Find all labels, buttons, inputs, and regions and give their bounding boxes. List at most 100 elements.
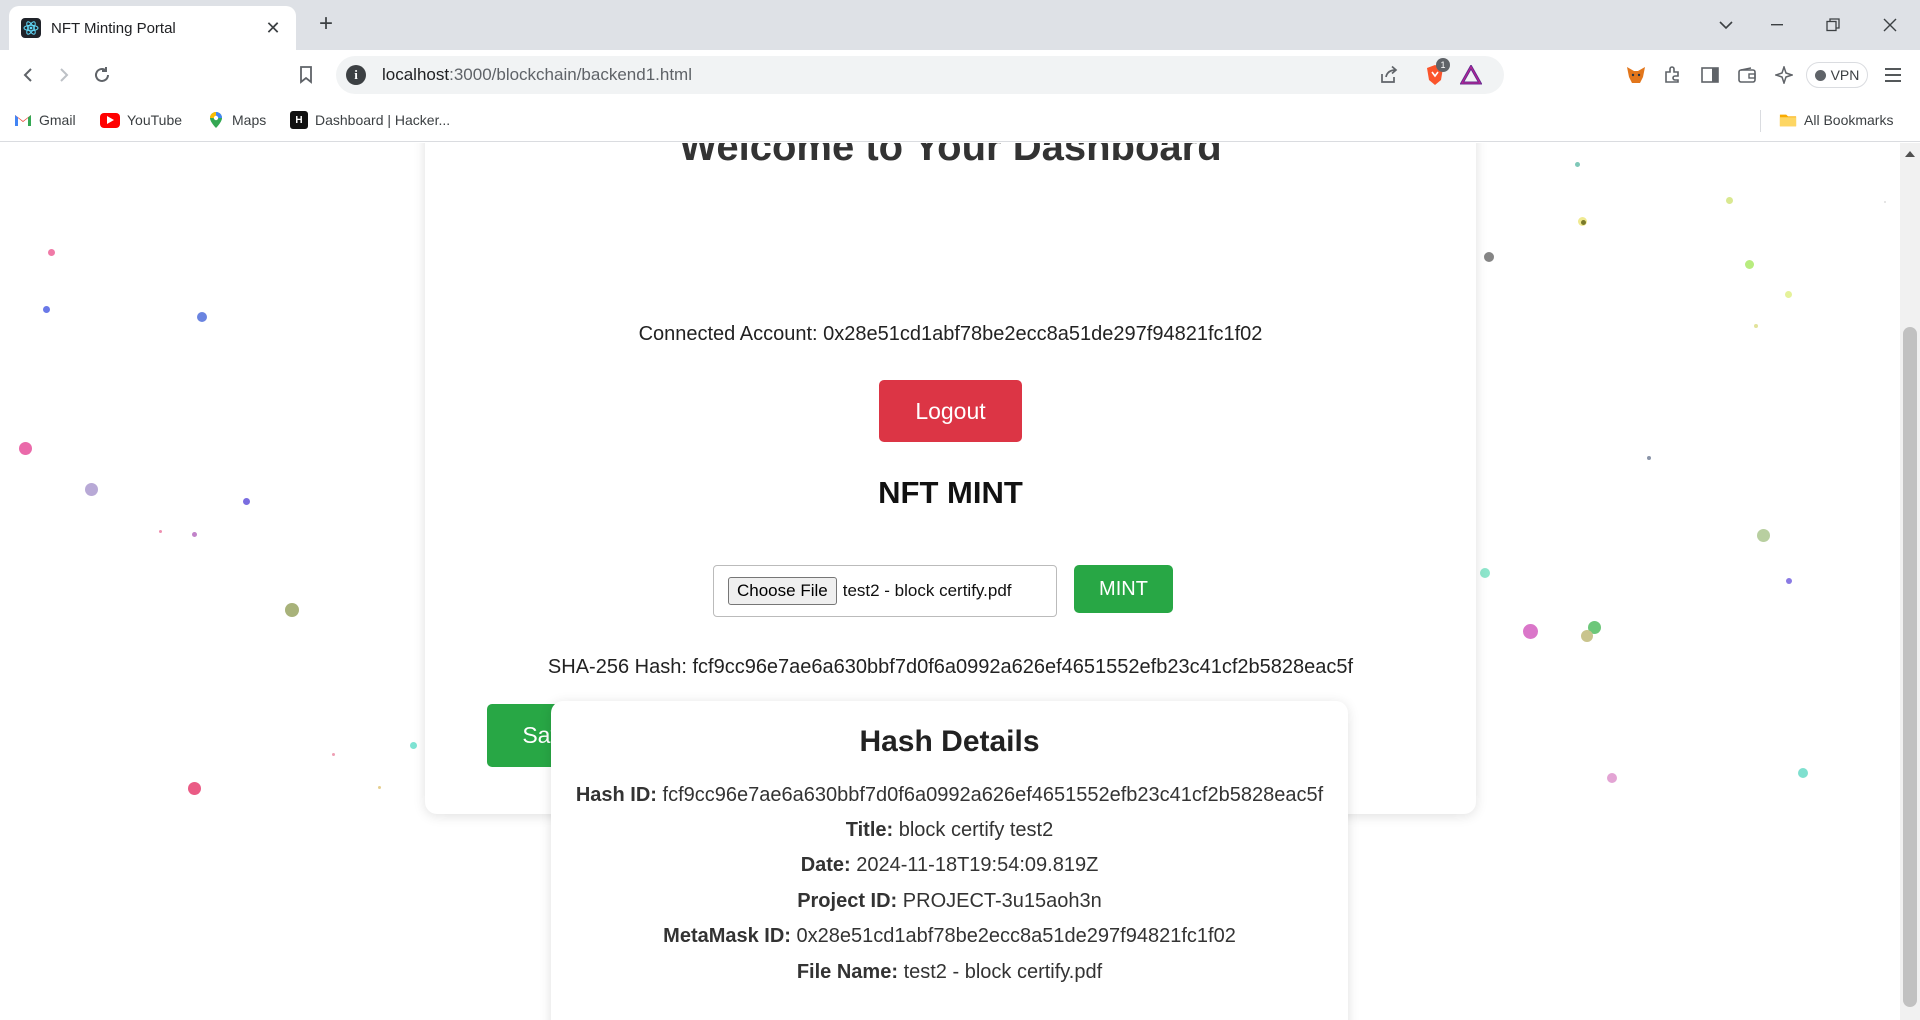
choose-file-button[interactable]: Choose File <box>728 577 837 605</box>
project-id-value: PROJECT-3u15aoh3n <box>902 890 1102 912</box>
metamask-icon[interactable] <box>1620 60 1652 90</box>
selected-file-name: test2 - block certify.pdf <box>842 581 1012 600</box>
new-tab-button[interactable]: + <box>312 10 340 40</box>
particle <box>19 442 32 455</box>
particle <box>378 786 381 789</box>
hash-id-label: Hash ID: <box>575 784 657 806</box>
hash-id-row: Hash ID: fcf9cc96e7ae6a630bbf7d0f6a0992a… <box>551 784 1348 807</box>
connected-account: Connected Account: 0x28e51cd1abf78be2ecc… <box>425 323 1476 346</box>
address-bar[interactable]: i localhost:3000/blockchain/backend1.htm… <box>336 56 1504 94</box>
sidebar-icon[interactable] <box>1694 60 1726 90</box>
page-title: Welcome to Your Dashboard <box>679 143 1222 169</box>
vpn-label: VPN <box>1830 67 1860 83</box>
sha256-value: fcf9cc96e7ae6a630bbf7d0f6a0992a626ef4651… <box>692 656 1354 678</box>
particle <box>192 532 197 537</box>
mint-button[interactable]: MINT <box>1074 565 1173 613</box>
vpn-status-icon <box>1814 69 1826 81</box>
particle <box>1480 568 1490 578</box>
react-icon <box>21 18 41 38</box>
title-value: block certify test2 <box>898 819 1054 841</box>
all-bookmarks[interactable]: All Bookmarks <box>1779 109 1893 131</box>
bookmark-label: Maps <box>232 112 267 128</box>
bookmark-maps[interactable]: Maps <box>207 109 266 131</box>
tab-title: NFT Minting Portal <box>51 19 176 37</box>
close-window-icon[interactable] <box>1870 8 1910 42</box>
file-name-value: test2 - block certify.pdf <box>903 961 1103 983</box>
restore-icon[interactable] <box>1813 8 1853 42</box>
project-id-label: Project ID: <box>797 890 898 912</box>
particle <box>1754 324 1758 328</box>
title-row: Title: block certify test2 <box>551 819 1348 842</box>
brave-badge: 1 <box>1436 58 1450 72</box>
bookmark-label: Gmail <box>39 112 76 128</box>
gmail-icon <box>14 111 32 129</box>
bookmark-gmail[interactable]: Gmail <box>14 109 76 131</box>
particle <box>243 498 250 505</box>
site-info-icon[interactable]: i <box>346 65 366 85</box>
reload-icon[interactable] <box>86 60 118 90</box>
particle <box>43 306 50 313</box>
extensions-icon[interactable] <box>1656 60 1688 90</box>
particle <box>1726 197 1733 204</box>
sha256-hash: SHA-256 Hash: fcf9cc96e7ae6a630bbf7d0f6a… <box>425 656 1476 679</box>
hackerrank-icon: H <box>290 111 308 129</box>
metamask-id-value: 0x28e51cd1abf78be2ecc8a51de297f94821fc1f… <box>796 925 1236 947</box>
title-label: Title: <box>845 819 894 841</box>
metamask-id-label: MetaMask ID: <box>663 925 791 947</box>
minimize-icon[interactable] <box>1757 8 1797 42</box>
tab-strip: NFT Minting Portal ✕ + <box>0 0 1920 50</box>
bookmarks-bar: Gmail YouTube Maps H Dashboard | Hacker.… <box>0 100 1920 142</box>
youtube-icon <box>100 112 120 128</box>
connected-account-label: Connected Account: <box>638 323 818 345</box>
date-value: 2024-11-18T19:54:09.819Z <box>856 854 1099 876</box>
particle <box>1786 578 1792 584</box>
brave-rewards-icon[interactable] <box>1458 63 1484 87</box>
bookmark-label: Dashboard | Hacker... <box>315 112 451 128</box>
bookmark-icon[interactable] <box>290 60 322 90</box>
particle <box>332 753 335 756</box>
bookmark-hackerrank[interactable]: H Dashboard | Hacker... <box>290 109 450 131</box>
wallet-icon[interactable] <box>1731 60 1763 90</box>
metamask-id-row: MetaMask ID: 0x28e51cd1abf78be2ecc8a51de… <box>551 925 1348 948</box>
vpn-button[interactable]: VPN <box>1806 62 1868 88</box>
file-name-row: File Name: test2 - block certify.pdf <box>551 961 1348 984</box>
share-icon[interactable] <box>1376 63 1402 87</box>
hash-id-value: fcf9cc96e7ae6a630bbf7d0f6a0992a626ef4651… <box>662 784 1324 806</box>
scroll-up-arrow-icon[interactable] <box>1905 151 1915 157</box>
sha256-label: SHA-256 Hash: <box>547 656 687 678</box>
connected-account-value: 0x28e51cd1abf78be2ecc8a51de297f94821fc1f… <box>823 323 1263 345</box>
particle <box>188 782 201 795</box>
forward-icon[interactable] <box>48 60 80 90</box>
folder-icon <box>1779 111 1797 129</box>
particle <box>1757 529 1770 542</box>
url-text: localhost:3000/blockchain/backend1.html <box>382 65 692 84</box>
page-scrollbar[interactable] <box>1900 143 1920 1020</box>
particle <box>1523 624 1538 639</box>
nft-mint-title: NFT MINT <box>878 475 1023 510</box>
back-icon[interactable] <box>12 60 44 90</box>
particle <box>285 603 299 617</box>
particle <box>197 312 207 322</box>
leo-ai-icon[interactable] <box>1768 60 1800 90</box>
bookmark-label: YouTube <box>127 112 183 128</box>
particle <box>1647 456 1651 460</box>
all-bookmarks-label: All Bookmarks <box>1804 112 1894 128</box>
particle <box>1785 291 1792 298</box>
page-viewport: Welcome to Your Dashboard Connected Acco… <box>0 143 1900 1020</box>
particle <box>410 742 417 749</box>
file-input[interactable]: Choose File test2 - block certify.pdf <box>713 565 1057 617</box>
scroll-thumb[interactable] <box>1903 327 1917 1007</box>
tab-nft-minting-portal[interactable]: NFT Minting Portal ✕ <box>9 6 296 50</box>
particle <box>85 483 98 496</box>
tab-search-icon[interactable] <box>1706 8 1746 42</box>
bookmark-youtube[interactable]: YouTube <box>100 109 182 131</box>
project-id-row: Project ID: PROJECT-3u15aoh3n <box>551 890 1348 913</box>
hash-details-title: Hash Details <box>859 725 1040 758</box>
particle <box>1575 162 1580 167</box>
menu-icon[interactable] <box>1877 60 1909 90</box>
close-icon[interactable]: ✕ <box>262 18 284 39</box>
particle <box>48 249 55 256</box>
date-label: Date: <box>800 854 851 876</box>
logout-button[interactable]: Logout <box>879 380 1022 442</box>
particle <box>159 530 162 533</box>
